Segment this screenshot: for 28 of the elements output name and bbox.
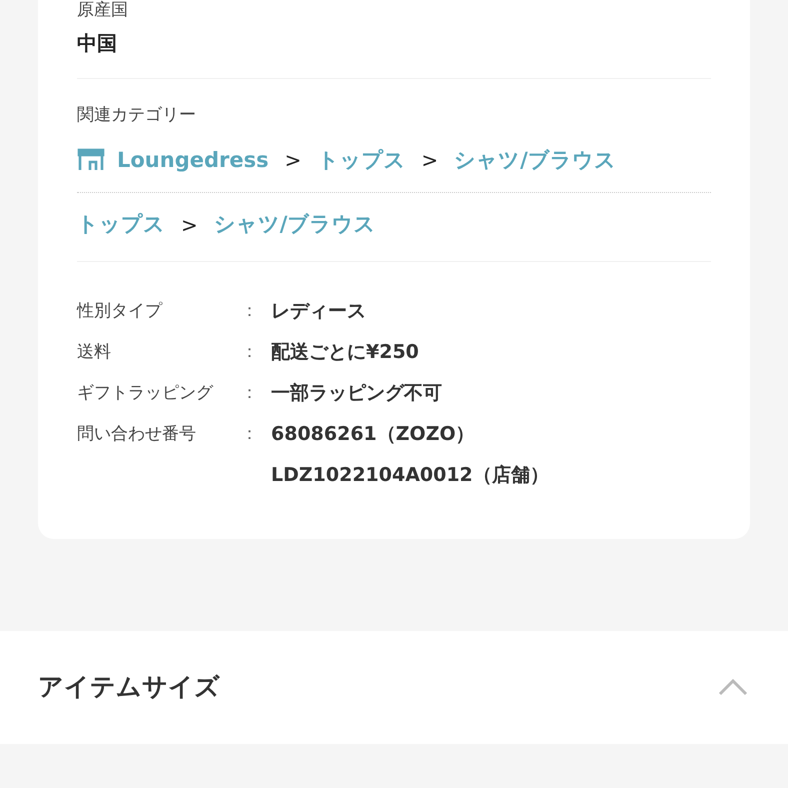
storefront-icon (77, 148, 105, 172)
category-link[interactable]: シャツ/ブラウス (214, 209, 376, 240)
breadcrumb-separator: > (284, 147, 302, 174)
detail-value: 一部ラッピング不可 (271, 380, 442, 406)
colon: ： (241, 422, 259, 446)
category-link[interactable]: Loungedress (117, 144, 269, 176)
detail-label: ギフトラッピング (77, 382, 214, 404)
colon: ： (241, 382, 259, 404)
category-link[interactable]: トップス (77, 209, 165, 240)
section-title: アイテムサイズ (38, 671, 220, 704)
colon: ： (241, 300, 259, 322)
breadcrumb-separator: > (180, 212, 199, 239)
detail-label: 問い合わせ番号 (77, 422, 197, 446)
field-label: 関連カテゴリー (77, 104, 197, 127)
chevron-icon[interactable] (718, 678, 748, 696)
colon: ： (241, 340, 259, 364)
detail-value: LDZ1022104A0012（店舗） (271, 462, 549, 488)
detail-value: 68086261（ZOZO） (271, 422, 476, 446)
field-label: 原産国 (77, 0, 129, 20)
breadcrumb-separator: > (420, 147, 440, 174)
detail-label: 性別タイプ (77, 300, 164, 322)
detail-value: 配送ごとに¥250 (271, 340, 419, 364)
field-value: 中国 (77, 30, 118, 57)
detail-value: レディース (271, 298, 366, 324)
category-link[interactable]: トップス (317, 144, 406, 176)
section-header[interactable]: アイテムサイズ (0, 630, 788, 744)
detail-label: 送料 (77, 340, 112, 364)
category-link[interactable]: シャツ/ブラウス (454, 144, 616, 176)
